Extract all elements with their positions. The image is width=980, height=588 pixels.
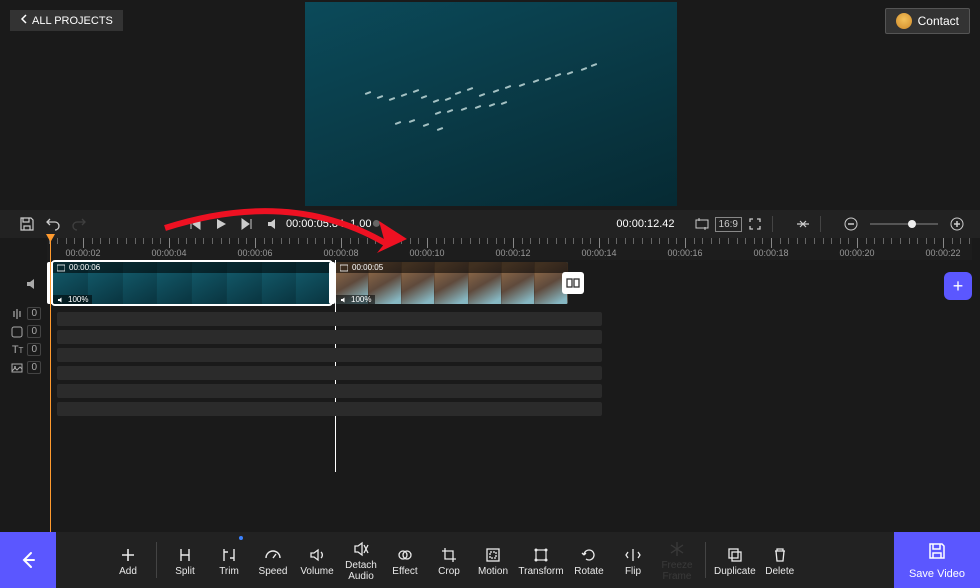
- tool-flip[interactable]: Flip: [611, 532, 655, 588]
- mute-icon[interactable]: [260, 211, 286, 237]
- track-audio[interactable]: 0: [0, 305, 47, 322]
- aspect-ratio[interactable]: 16:9: [715, 217, 742, 232]
- tool-trim[interactable]: Trim: [207, 532, 251, 588]
- ruler-label: 00:00:16: [667, 248, 702, 258]
- zoom-slider[interactable]: [870, 223, 938, 225]
- ruler-label: 00:00:18: [753, 248, 788, 258]
- ruler-label: 00:00:22: [925, 248, 960, 258]
- tool-detach-audio[interactable]: Detach Audio: [339, 532, 383, 588]
- tool-delete[interactable]: Delete: [758, 532, 802, 588]
- current-time: 00:00:05.84: [286, 218, 344, 230]
- empty-track[interactable]: [57, 330, 602, 344]
- undo-icon[interactable]: [40, 211, 66, 237]
- playhead[interactable]: [50, 238, 51, 532]
- tool-crop[interactable]: Crop: [427, 532, 471, 588]
- contact-button[interactable]: Contact: [885, 8, 970, 34]
- track-video-mute[interactable]: [0, 264, 47, 304]
- tool-freeze-frame: Freeze Frame: [655, 532, 699, 588]
- volume-icon: [57, 296, 65, 304]
- back-to-projects-button[interactable]: ALL PROJECTS: [10, 10, 123, 31]
- tool-motion[interactable]: Motion: [471, 532, 515, 588]
- tool-speed[interactable]: Speed: [251, 532, 295, 588]
- transition-button[interactable]: [562, 272, 584, 294]
- zoom-out-icon[interactable]: [838, 211, 864, 237]
- empty-track[interactable]: [57, 384, 602, 398]
- timeline-ruler[interactable]: 00:00:02 00:00:04 00:00:06 00:00:08 00:00:10…: [47, 238, 972, 260]
- clip-2-volume: 100%: [351, 295, 371, 304]
- playback-rate: 1.00: [350, 218, 371, 230]
- tool-rotate[interactable]: Rotate: [567, 532, 611, 588]
- clip-1-volume: 100%: [68, 295, 88, 304]
- save-project-icon[interactable]: [14, 211, 40, 237]
- save-video-button[interactable]: Save Video: [894, 532, 980, 588]
- avatar-icon: [896, 13, 912, 29]
- clip-2[interactable]: 00:00:05 100%: [336, 262, 568, 304]
- snap-icon[interactable]: [790, 211, 816, 237]
- next-frame-icon[interactable]: [234, 211, 260, 237]
- ruler-label: 00:00:02: [65, 248, 100, 258]
- fullscreen-icon[interactable]: [742, 211, 768, 237]
- clip-1-duration: 00:00:06: [69, 263, 100, 272]
- play-icon[interactable]: [208, 211, 234, 237]
- ruler-label: 00:00:08: [323, 248, 358, 258]
- clip-2-duration: 00:00:05: [352, 263, 383, 272]
- clip-1[interactable]: 00:00:06 100%: [53, 262, 331, 304]
- tool-effect[interactable]: Effect: [383, 532, 427, 588]
- zoom-in-icon[interactable]: [944, 211, 970, 237]
- prev-frame-icon[interactable]: [182, 211, 208, 237]
- empty-track[interactable]: [57, 402, 602, 416]
- back-label: ALL PROJECTS: [32, 15, 113, 27]
- track-panel: 0 0 TT 0 0: [0, 260, 47, 532]
- video-preview[interactable]: [305, 2, 677, 206]
- empty-track[interactable]: [57, 366, 602, 380]
- empty-track[interactable]: [57, 312, 602, 326]
- ruler-label: 00:00:14: [581, 248, 616, 258]
- ruler-label: 00:00:06: [237, 248, 272, 258]
- chevron-left-icon: [20, 14, 28, 27]
- ruler-label: 00:00:04: [151, 248, 186, 258]
- ruler-label: 00:00:10: [409, 248, 444, 258]
- track-text[interactable]: TT 0: [0, 341, 47, 358]
- add-track-button[interactable]: +: [944, 272, 972, 300]
- clip-icon: [340, 264, 348, 272]
- back-button[interactable]: [0, 532, 56, 588]
- tool-volume[interactable]: Volume: [295, 532, 339, 588]
- track-sticker[interactable]: 0: [0, 323, 47, 340]
- contact-label: Contact: [918, 14, 959, 28]
- tool-split[interactable]: Split: [163, 532, 207, 588]
- ruler-label: 00:00:12: [495, 248, 530, 258]
- tool-add[interactable]: Add: [106, 532, 150, 588]
- tool-duplicate[interactable]: Duplicate: [712, 532, 758, 588]
- clip-icon: [57, 264, 65, 272]
- volume-icon: [340, 296, 348, 304]
- empty-track[interactable]: [57, 348, 602, 362]
- tool-transform[interactable]: Transform: [515, 532, 567, 588]
- bottom-toolbar: Add Split Trim Speed Volume Detach Audio…: [0, 532, 980, 588]
- track-image[interactable]: 0: [0, 359, 47, 376]
- ruler-label: 00:00:20: [839, 248, 874, 258]
- redo-icon: [66, 211, 92, 237]
- total-time: 00:00:12.42: [616, 218, 674, 230]
- aspect-ratio-icon[interactable]: [689, 211, 715, 237]
- timeline[interactable]: 00:00:06 100% 00:00:05 100% +: [47, 260, 972, 532]
